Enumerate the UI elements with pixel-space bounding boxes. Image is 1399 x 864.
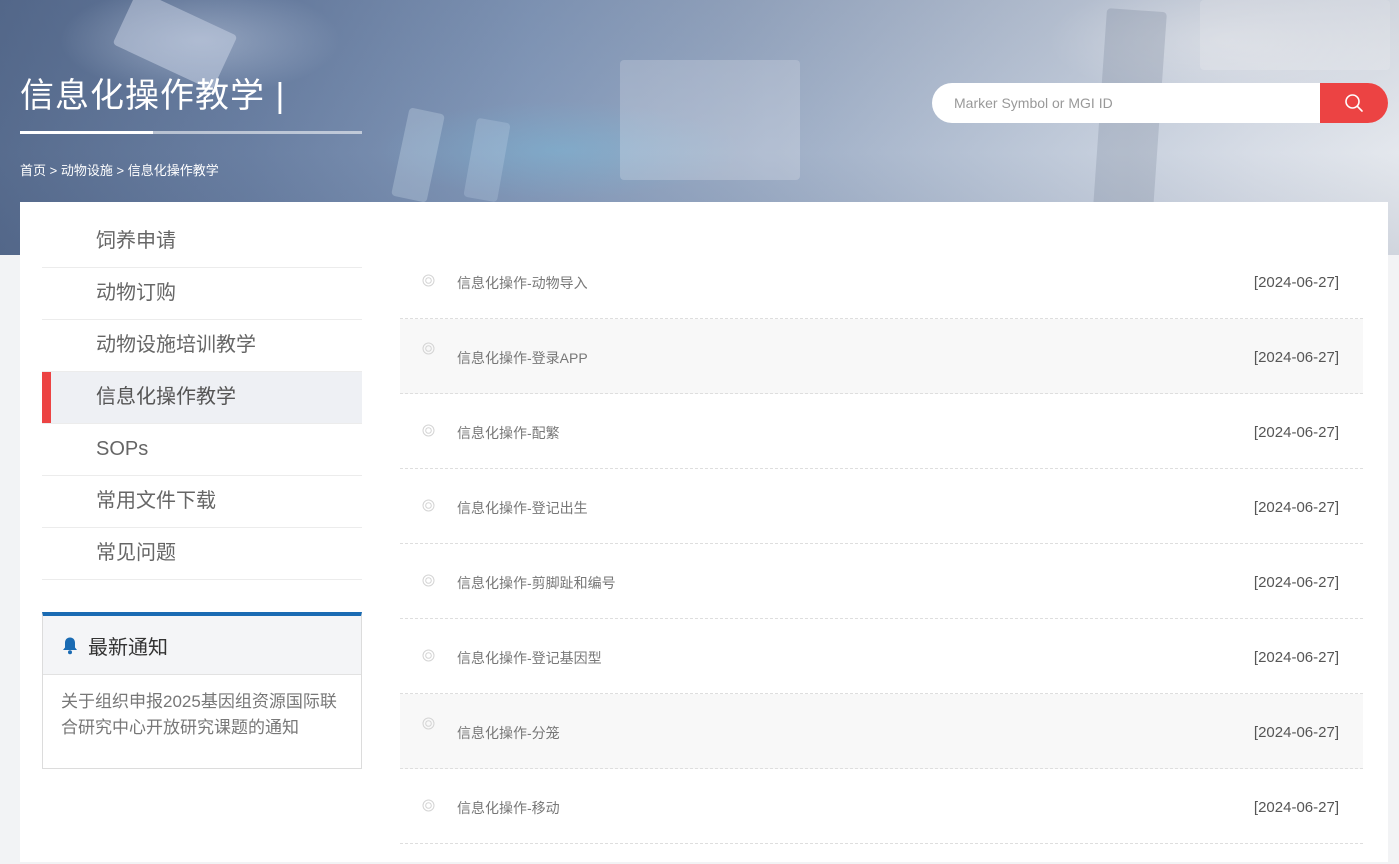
sidebar-item-label: 信息化操作教学 [96, 386, 236, 408]
list-item[interactable]: 信息化操作-剪脚趾和编号 [2024-06-27] [400, 544, 1363, 619]
sidebar-item-label: 饲养申请 [96, 230, 176, 252]
search-input[interactable] [932, 83, 1320, 123]
list-item-title[interactable]: 信息化操作-登记基因型 [457, 648, 602, 668]
circle-bullet-icon [422, 342, 435, 355]
title-underline-accent [20, 131, 153, 134]
sidebar-item-label: 常用文件下载 [96, 490, 216, 512]
list-item[interactable]: 信息化操作-登录APP [2024-06-27] [400, 319, 1363, 394]
sidebar-item-feeding-application[interactable]: 饲养申请 [42, 216, 362, 268]
list-item-title[interactable]: 信息化操作-分笼 [457, 723, 560, 743]
search-button[interactable] [1320, 83, 1388, 123]
sidebar-item-faq[interactable]: 常见问题 [42, 528, 362, 580]
breadcrumb-current[interactable]: 信息化操作教学 [128, 163, 219, 178]
list-item-date: [2024-06-27] [1253, 799, 1339, 816]
notice-header: 最新通知 [43, 616, 361, 675]
circle-bullet-icon [422, 499, 435, 512]
circle-bullet-icon [422, 274, 435, 287]
list-item-date: [2024-06-27] [1253, 349, 1339, 366]
sidebar-nav: 饲养申请 动物订购 动物设施培训教学 信息化操作教学 SOPs 常用文件下载 常… [42, 216, 362, 580]
title-underline [20, 131, 362, 134]
article-list: 信息化操作-动物导入 [2024-06-27] 信息化操作-登录APP [202… [400, 244, 1363, 844]
sidebar-item-animal-order[interactable]: 动物订购 [42, 268, 362, 320]
list-item[interactable]: 信息化操作-动物导入 [2024-06-27] [400, 244, 1363, 319]
list-item-title[interactable]: 信息化操作-配繁 [457, 423, 560, 443]
sidebar-item-label: 动物订购 [96, 282, 176, 304]
search-box [932, 83, 1388, 123]
page-title: 信息化操作教学 | [20, 77, 286, 115]
sidebar-item-file-downloads[interactable]: 常用文件下载 [42, 476, 362, 528]
bell-icon [61, 636, 79, 655]
circle-bullet-icon [422, 424, 435, 437]
notice-title: 最新通知 [88, 636, 168, 659]
notice-link[interactable]: 关于组织申报2025基因组资源国际联合研究中心开放研究课题的通知 [43, 675, 361, 741]
list-item-title[interactable]: 信息化操作-登记出生 [457, 498, 588, 518]
list-item-title[interactable]: 信息化操作-移动 [457, 798, 560, 818]
content-card: 饲养申请 动物订购 动物设施培训教学 信息化操作教学 SOPs 常用文件下载 常… [20, 202, 1388, 862]
breadcrumb-separator: > [112, 163, 128, 178]
sidebar-item-label: 常见问题 [96, 542, 176, 564]
list-item-title[interactable]: 信息化操作-剪脚趾和编号 [457, 573, 616, 593]
list-item-date: [2024-06-27] [1253, 574, 1339, 591]
latest-notice-panel: 最新通知 关于组织申报2025基因组资源国际联合研究中心开放研究课题的通知 [42, 612, 362, 769]
list-item-date: [2024-06-27] [1253, 649, 1339, 666]
list-item-date: [2024-06-27] [1253, 724, 1339, 741]
list-item[interactable]: 信息化操作-登记基因型 [2024-06-27] [400, 619, 1363, 694]
circle-bullet-icon [422, 799, 435, 812]
circle-bullet-icon [422, 717, 435, 730]
sidebar-item-label: SOPs [96, 438, 149, 460]
breadcrumb-separator: > [46, 163, 61, 178]
sidebar-item-label: 动物设施培训教学 [96, 334, 256, 356]
search-icon [1345, 94, 1363, 112]
list-item-date: [2024-06-27] [1253, 274, 1339, 291]
breadcrumb-animal-facility[interactable]: 动物设施 [61, 163, 113, 178]
list-item-date: [2024-06-27] [1253, 499, 1339, 516]
list-item-title[interactable]: 信息化操作-登录APP [457, 348, 588, 368]
sidebar-item-it-operation-teaching[interactable]: 信息化操作教学 [42, 372, 362, 424]
list-item[interactable]: 信息化操作-分笼 [2024-06-27] [400, 694, 1363, 769]
breadcrumb-home[interactable]: 首页 [20, 163, 46, 178]
sidebar-item-sops[interactable]: SOPs [42, 424, 362, 476]
breadcrumb: 首页 > 动物设施 > 信息化操作教学 [20, 160, 219, 179]
list-item-date: [2024-06-27] [1253, 424, 1339, 441]
list-item-title[interactable]: 信息化操作-动物导入 [457, 273, 588, 293]
sidebar-item-facility-training[interactable]: 动物设施培训教学 [42, 320, 362, 372]
circle-bullet-icon [422, 574, 435, 587]
list-item[interactable]: 信息化操作-登记出生 [2024-06-27] [400, 469, 1363, 544]
circle-bullet-icon [422, 649, 435, 662]
list-item[interactable]: 信息化操作-移动 [2024-06-27] [400, 769, 1363, 844]
list-item[interactable]: 信息化操作-配繁 [2024-06-27] [400, 394, 1363, 469]
